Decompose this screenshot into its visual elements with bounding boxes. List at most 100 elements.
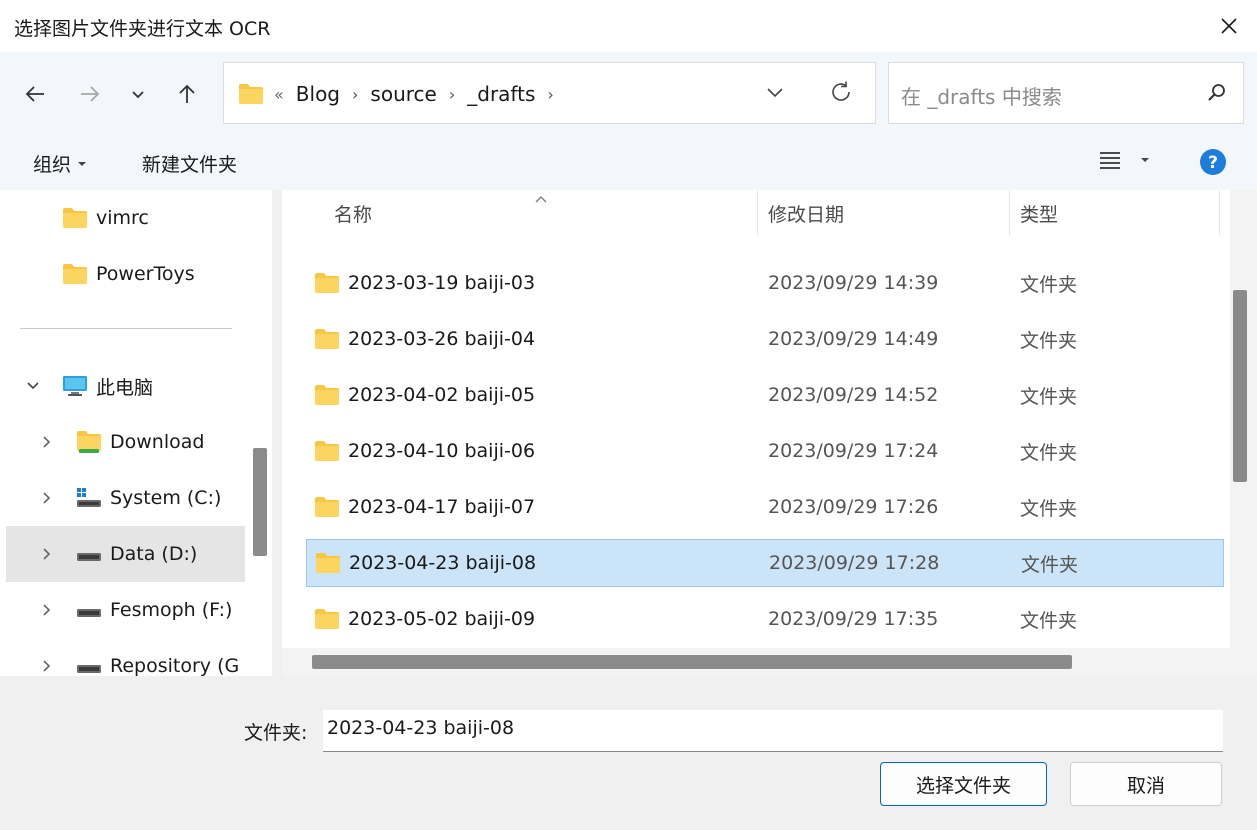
refresh-button[interactable] — [829, 80, 853, 108]
search-placeholder: 在 _drafts 中搜索 — [901, 85, 1062, 109]
file-type: 文件夹 — [1020, 273, 1078, 296]
file-list[interactable]: 名称 修改日期 类型 2023-03-19 baiji-03 2023/09/2… — [282, 190, 1257, 676]
forward-button[interactable] — [72, 76, 108, 112]
column-header-name[interactable]: 名称 — [334, 190, 372, 236]
folder-icon — [315, 441, 339, 461]
horizontal-scrollbar-thumb[interactable] — [312, 655, 1072, 669]
recent-locations-button[interactable] — [120, 76, 156, 112]
breadcrumb-item-drafts[interactable]: _drafts — [467, 82, 535, 106]
sort-ascending-icon — [534, 190, 548, 209]
sidebar-item-label: Data (D:) — [110, 543, 198, 565]
sidebar-divider — [20, 328, 232, 329]
expand-toggle[interactable] — [40, 491, 54, 505]
file-type: 文件夹 — [1020, 609, 1078, 632]
back-button[interactable] — [17, 76, 53, 112]
windows-drive-icon — [77, 488, 101, 507]
navigation-bar: « Blog › source › _drafts › 在 _drafts 中搜… — [0, 52, 1257, 134]
arrow-left-icon — [25, 86, 44, 102]
file-name: 2023-04-02 baiji-05 — [348, 384, 536, 406]
chevron-right-icon — [43, 660, 51, 672]
sidebar-item-this-pc[interactable]: 此电脑 — [62, 362, 153, 410]
expand-toggle[interactable] — [40, 659, 54, 673]
table-row[interactable]: 2023-05-02 baiji-09 2023/09/29 17:35 文件夹 — [306, 595, 1224, 643]
file-type: 文件夹 — [1020, 497, 1078, 520]
file-name: 2023-03-19 baiji-03 — [348, 272, 536, 294]
organize-menu-button[interactable]: 组织 — [33, 150, 87, 177]
vertical-scrollbar-thumb[interactable] — [1233, 290, 1247, 482]
dialog-footer: 文件夹: 选择文件夹 取消 — [0, 676, 1257, 830]
refresh-icon — [832, 81, 850, 101]
expand-toggle[interactable] — [40, 603, 54, 617]
chevron-right-icon[interactable]: › — [547, 85, 553, 104]
name-cell: 2023-05-02 baiji-09 — [314, 608, 535, 630]
file-name: 2023-04-17 baiji-07 — [348, 496, 536, 518]
arrow-right-icon — [81, 86, 100, 102]
folder-name-input[interactable] — [323, 710, 1223, 752]
address-dropdown-button[interactable] — [764, 81, 786, 107]
search-box[interactable]: 在 _drafts 中搜索 — [888, 62, 1244, 124]
name-cell: 2023-04-23 baiji-08 — [315, 552, 536, 574]
drive-icon — [77, 609, 101, 617]
arrow-up-icon — [179, 84, 195, 103]
file-type: 文件夹 — [1021, 553, 1079, 576]
collapse-toggle[interactable] — [26, 379, 40, 393]
navigation-pane[interactable]: vimrc PowerToys 此电脑 Download System (C:)… — [0, 190, 272, 676]
file-name: 2023-04-10 baiji-06 — [348, 440, 536, 462]
sidebar-item-download[interactable]: Download — [76, 418, 204, 466]
expand-toggle[interactable] — [40, 435, 54, 449]
folder-icon — [77, 431, 101, 453]
file-name: 2023-04-23 baiji-08 — [349, 552, 537, 574]
table-row[interactable]: 2023-04-17 baiji-07 2023/09/29 17:26 文件夹 — [306, 483, 1224, 531]
name-cell: 2023-03-26 baiji-04 — [314, 328, 535, 350]
file-date: 2023/09/29 14:52 — [768, 384, 939, 406]
sidebar-item-vimrc[interactable]: vimrc — [62, 194, 149, 242]
column-header-type[interactable]: 类型 — [1020, 190, 1058, 236]
folder-icon — [316, 553, 340, 573]
column-header-date[interactable]: 修改日期 — [768, 190, 844, 236]
sidebar-item-repository-g[interactable]: Repository (G — [76, 642, 246, 676]
folder-icon — [63, 208, 87, 228]
folder-icon — [315, 609, 339, 629]
breadcrumb-item-source[interactable]: source — [370, 82, 436, 106]
table-row[interactable]: 2023-04-02 baiji-05 2023/09/29 14:52 文件夹 — [306, 371, 1224, 419]
sidebar-item-system-c[interactable]: System (C:) — [76, 474, 221, 522]
chevron-right-icon[interactable] — [40, 547, 54, 561]
name-cell: 2023-04-17 baiji-07 — [314, 496, 535, 518]
window-title: 选择图片文件夹进行文本 OCR — [14, 18, 271, 40]
close-button[interactable] — [1201, 0, 1257, 52]
select-folder-button[interactable]: 选择文件夹 — [880, 762, 1047, 806]
up-button[interactable] — [169, 76, 205, 112]
chevron-right-icon: › — [352, 84, 359, 104]
sidebar-item-data-d[interactable]: Data (D:) — [6, 526, 245, 582]
file-date: 2023/09/29 17:28 — [769, 552, 940, 574]
table-row[interactable]: 2023-04-10 baiji-06 2023/09/29 17:24 文件夹 — [306, 427, 1224, 475]
caret-down-icon — [1141, 158, 1149, 162]
sidebar-item-fesmoph-f[interactable]: Fesmoph (F:) — [76, 586, 232, 634]
folder-icon — [315, 329, 339, 349]
sidebar-item-label: PowerToys — [96, 263, 195, 285]
help-button[interactable]: ? — [1199, 148, 1227, 180]
cancel-button[interactable]: 取消 — [1070, 762, 1222, 806]
column-separator[interactable] — [757, 190, 758, 236]
chevron-down-icon — [132, 91, 144, 99]
table-row[interactable]: 2023-03-19 baiji-03 2023/09/29 14:39 文件夹 — [306, 259, 1224, 307]
column-separator[interactable] — [1009, 190, 1010, 236]
sidebar-item-label: Fesmoph (F:) — [110, 599, 233, 621]
view-options-button[interactable] — [1098, 150, 1150, 170]
sidebar-item-label: System (C:) — [110, 487, 222, 509]
column-separator[interactable] — [1219, 190, 1220, 236]
drive-icon — [77, 665, 101, 673]
caret-down-icon — [78, 161, 87, 166]
table-row[interactable]: 2023-03-26 baiji-04 2023/09/29 14:49 文件夹 — [306, 315, 1224, 363]
breadcrumb-item-blog[interactable]: Blog — [296, 82, 340, 106]
file-name: 2023-05-02 baiji-09 — [348, 608, 536, 630]
chevron-down-icon — [767, 88, 783, 98]
computer-icon — [63, 376, 87, 396]
address-bar[interactable]: « Blog › source › _drafts › — [223, 62, 876, 124]
new-folder-button[interactable]: 新建文件夹 — [142, 150, 237, 177]
table-row-selected[interactable]: 2023-04-23 baiji-08 2023/09/29 17:28 文件夹 — [306, 539, 1224, 587]
sidebar-scrollbar-thumb[interactable] — [253, 448, 267, 556]
chevron-right-icon — [43, 492, 51, 504]
sidebar-item-powertoys[interactable]: PowerToys — [62, 250, 195, 298]
file-type: 文件夹 — [1020, 385, 1078, 408]
